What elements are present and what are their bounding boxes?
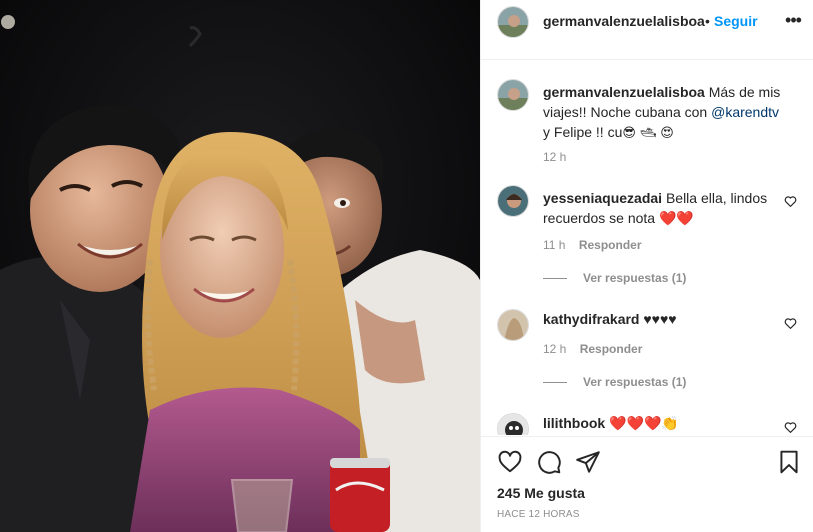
comment-text: yesseniaquezadai Bella ella, lindos recu… <box>543 188 773 228</box>
boat-emoji: 🛥 <box>639 125 657 140</box>
comment-username[interactable]: kathydifrakard <box>543 311 639 327</box>
comment-avatar[interactable] <box>497 413 529 435</box>
comment-like-icon[interactable] <box>784 421 797 434</box>
comment-text: lilithbook ❤️❤️❤️👏 <box>543 413 773 433</box>
caption-text-part-2: y Felipe !! cu <box>543 124 623 140</box>
heart-eyes-emoji: 😍 <box>660 125 674 140</box>
heart-emojis: ❤️❤️ <box>658 210 694 226</box>
view-replies-label: Ver respuestas (1) <box>583 375 687 389</box>
post-date[interactable]: HACE 12 HORAS <box>497 509 580 520</box>
comment-avatar[interactable] <box>497 185 529 217</box>
view-replies-button[interactable]: Ver respuestas (1) <box>543 271 686 285</box>
view-replies-label: Ver respuestas (1) <box>583 271 687 285</box>
comment-like-icon[interactable] <box>784 317 797 330</box>
reply-button[interactable]: Responder <box>579 238 642 252</box>
comment-meta: 11 h Responder <box>543 238 642 252</box>
comment-timestamp: 11 h <box>543 238 566 252</box>
comment-meta: 12 h Responder <box>543 342 642 356</box>
view-replies-button[interactable]: Ver respuestas (1) <box>543 375 686 389</box>
author-username[interactable]: germanvalenzuelalisboa <box>543 13 705 29</box>
bookmark-icon[interactable] <box>776 449 802 475</box>
comment-avatar[interactable] <box>497 309 529 341</box>
comment-body: ♥♥♥♥ <box>639 311 677 327</box>
replies-divider-line <box>543 277 567 279</box>
more-options-icon[interactable]: ••• <box>783 10 803 30</box>
follow-button[interactable]: Seguir <box>714 13 758 29</box>
caption-mention-link[interactable]: @karendtv <box>711 104 779 120</box>
comment-like-icon[interactable] <box>784 195 797 208</box>
post-actions: 245 Me gusta HACE 12 HORAS <box>481 436 813 532</box>
caption-username[interactable]: germanvalenzuelalisboa <box>543 84 705 100</box>
caption-timestamp: 12 h <box>543 150 567 164</box>
author-avatar[interactable] <box>497 6 529 38</box>
caption-text: germanvalenzuelalisboa Más de mis viajes… <box>543 82 783 143</box>
header-separator: • <box>705 13 710 29</box>
paper-plane-icon[interactable] <box>575 449 601 475</box>
post-header: germanvalenzuelalisboa • Seguir ••• <box>481 0 813 60</box>
comment-text: kathydifrakard ♥♥♥♥ <box>543 309 773 329</box>
post-photo[interactable] <box>0 0 480 532</box>
post-photo-image <box>0 0 480 532</box>
instagram-post: germanvalenzuelalisboa • Seguir ••• germ… <box>0 0 813 532</box>
speech-bubble-icon[interactable] <box>536 449 562 475</box>
comment-username[interactable]: yesseniaquezadai <box>543 190 662 206</box>
comment-username[interactable]: lilithbook <box>543 415 605 431</box>
post-side-panel: germanvalenzuelalisboa • Seguir ••• germ… <box>480 0 813 532</box>
caption-avatar[interactable] <box>497 79 529 111</box>
comment-timestamp: 12 h <box>543 342 567 356</box>
reply-button[interactable]: Responder <box>580 342 643 356</box>
heart-outline-icon[interactable] <box>497 449 523 475</box>
likes-count[interactable]: 245 Me gusta <box>497 485 585 501</box>
heart-clap-emojis: ❤️❤️❤️👏 <box>609 415 679 431</box>
sunglasses-emoji: 😎 <box>622 125 636 140</box>
comments-list[interactable]: germanvalenzuelalisboa Más de mis viajes… <box>481 61 813 435</box>
replies-divider-line <box>543 381 567 383</box>
